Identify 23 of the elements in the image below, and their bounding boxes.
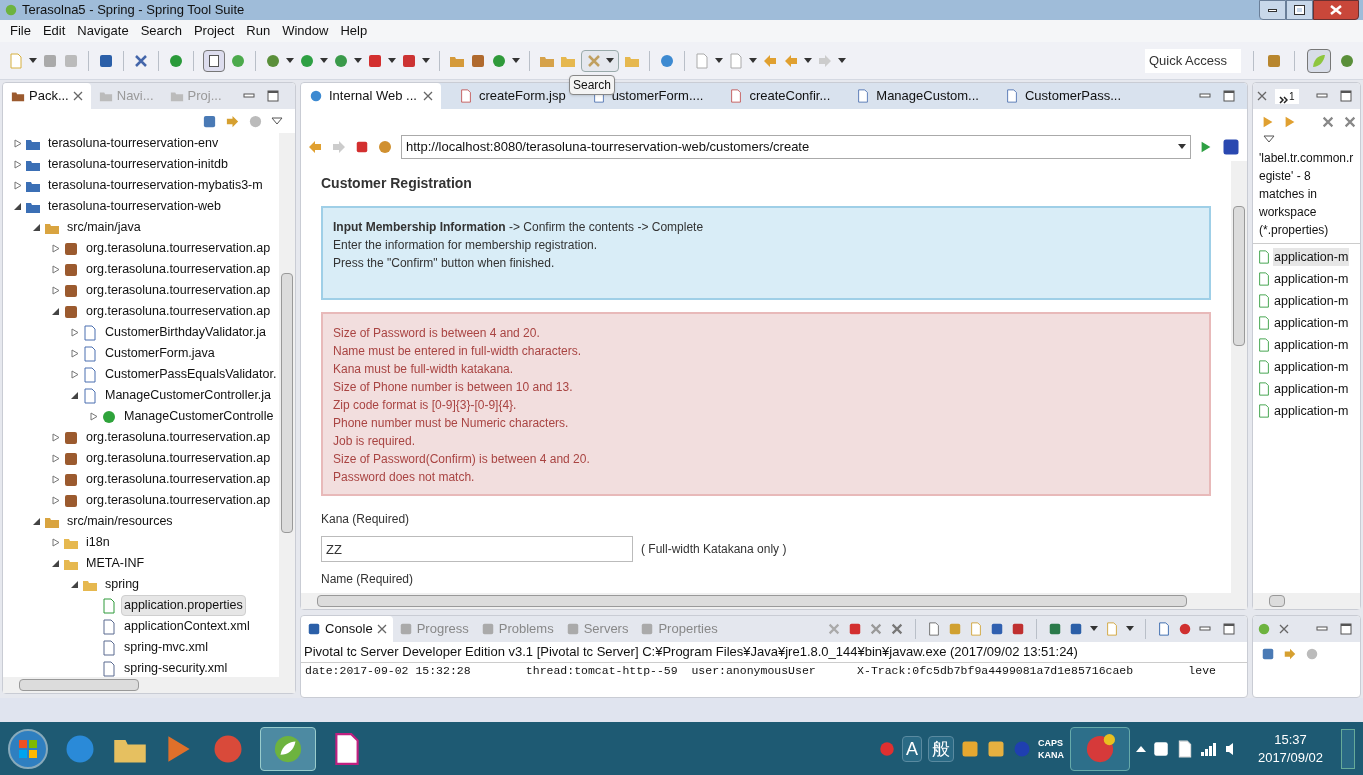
error-message: Zip code format is [0-9]{3}-[0-9]{4}. bbox=[333, 397, 518, 414]
error-message: Job is required. bbox=[333, 433, 417, 450]
search-summary: 'label.tr.common.registe' - 8 matches in workspace (*.properties) bbox=[1253, 149, 1360, 244]
error-message: Size of Password is between 4 and 20. bbox=[333, 325, 541, 342]
window-title: Terasolna5 - Spring - Spring Tool Suite bbox=[22, 1, 245, 20]
error-message: Phone number must be Numeric characters. bbox=[333, 415, 570, 432]
console-process-label: Pivotal tc Server Developer Edition v3.1 [Pivotal tc Server] C:¥Program Files¥Java¥jre1.8.0_144¥bin¥javaw.exe (2017/09/02 13:51:24) bbox=[303, 643, 1079, 662]
section-heading: Customer Registration bbox=[321, 174, 473, 193]
info-text: Press the "Confirm" button when finished. bbox=[333, 255, 556, 272]
error-message: Kana must be full-width katakana. bbox=[333, 361, 515, 378]
info-text: Enter the information for membership registration. bbox=[333, 237, 599, 254]
caps-indicator: CAPS bbox=[1037, 736, 1064, 749]
error-message: Size of Phone number is between 10 and 13. bbox=[333, 379, 574, 396]
error-message: Password does not match. bbox=[333, 469, 476, 486]
field-hint: ( Full-width Katakana only ) bbox=[641, 541, 787, 558]
kana-indicator: KANA bbox=[1037, 748, 1064, 761]
console-output: date:2017-09-02 15:32:28 thread:tomcat-http--59 user:anonymousUser X-Track:0fc5db7bf9a4499081a7d1e85716caeb leve bbox=[304, 663, 1217, 679]
error-message: Name must be entered in full-width characters. bbox=[333, 343, 583, 360]
error-message: Size of Password(Confirm) is between 4 and 20. bbox=[333, 451, 591, 468]
info-text: Input Membership Information -> Confirm the contents -> Complete bbox=[333, 219, 705, 236]
field-label: Kana (Required) bbox=[321, 511, 411, 528]
tooltip: Search bbox=[569, 74, 616, 95]
field-label: Name (Required) bbox=[321, 571, 415, 588]
